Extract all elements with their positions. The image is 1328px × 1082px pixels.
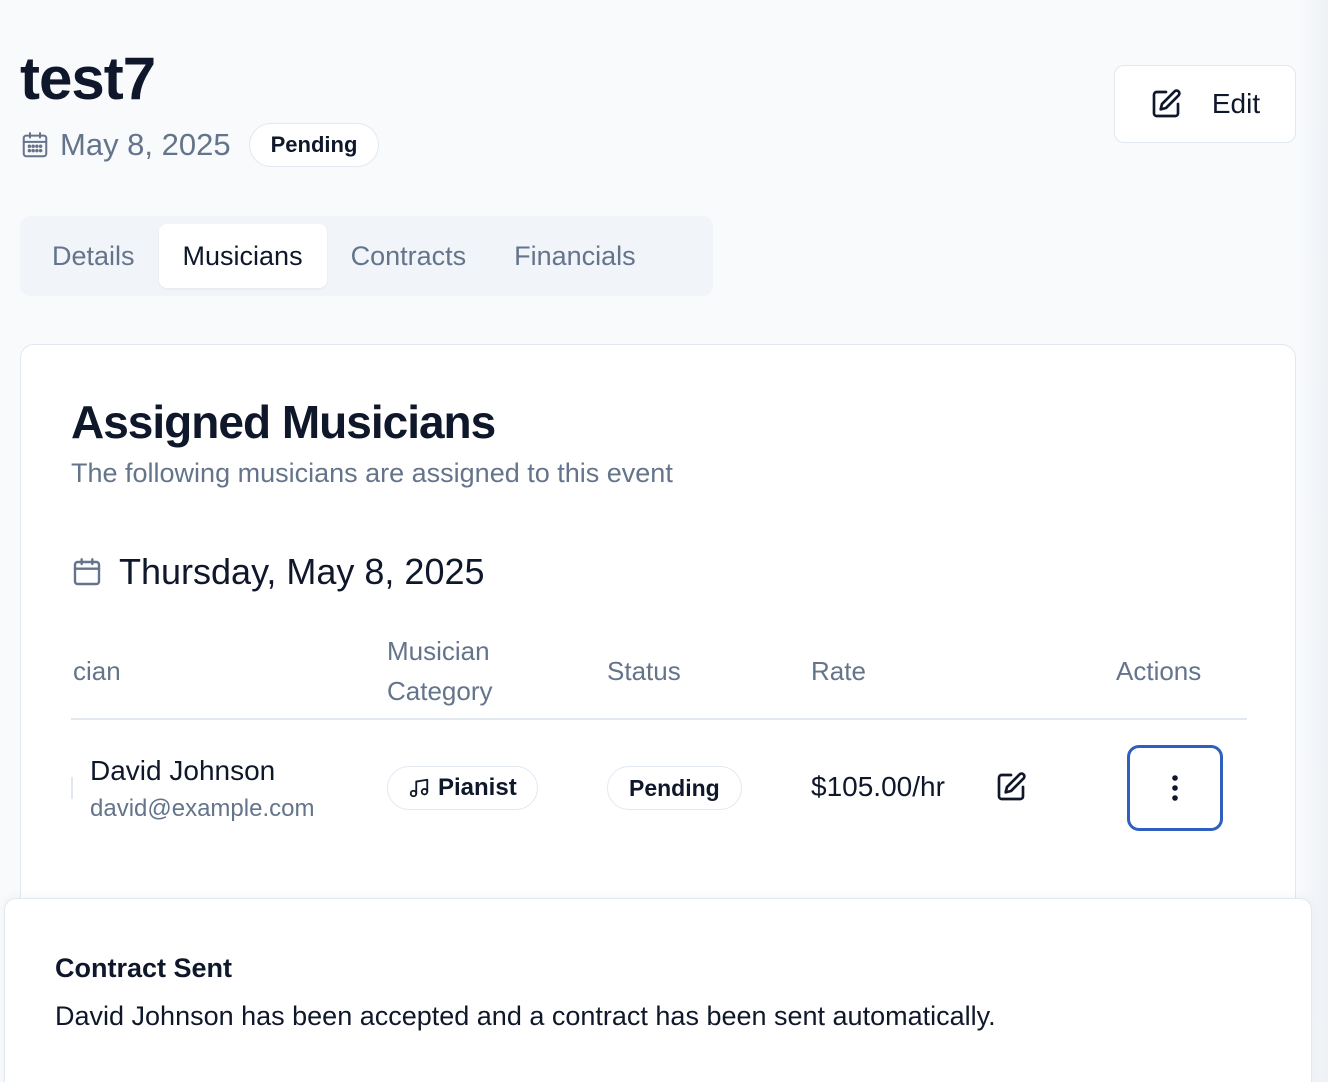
event-status-badge: Pending bbox=[248, 123, 380, 167]
tab-bar: Details Musicians Contracts Financials bbox=[20, 216, 713, 296]
toast-message: David Johnson has been accepted and a co… bbox=[55, 1001, 996, 1031]
pencil-square-icon bbox=[1152, 89, 1181, 118]
toast-notification: Contract Sent David Johnson has been acc… bbox=[4, 898, 1312, 1082]
musician-status-badge: Pending bbox=[607, 766, 742, 810]
tab-financials[interactable]: Financials bbox=[490, 224, 660, 288]
card-subtitle: The following musicians are assigned to … bbox=[71, 458, 673, 488]
column-header-category-line2: Category bbox=[387, 676, 493, 706]
more-vertical-icon bbox=[1172, 775, 1178, 801]
tab-details[interactable]: Details bbox=[28, 224, 159, 288]
column-header-category: Musician Category bbox=[387, 631, 493, 711]
assigned-musicians-card: Assigned Musicians The following musicia… bbox=[20, 344, 1296, 944]
edit-event-button[interactable]: Edit bbox=[1114, 65, 1296, 143]
edit-rate-icon[interactable] bbox=[995, 771, 1027, 803]
category-label: Pianist bbox=[438, 774, 517, 801]
event-meta: May 8, 2025 Pending bbox=[20, 123, 380, 167]
date-group-heading: Thursday, May 8, 2025 bbox=[71, 548, 485, 596]
column-header-musician: cian bbox=[73, 656, 121, 686]
tab-musicians[interactable]: Musicians bbox=[158, 224, 327, 288]
event-page: test7 May 8, 2025 Pending Edit Details M… bbox=[0, 0, 1328, 1082]
calendar-icon bbox=[73, 558, 101, 586]
musician-name: David Johnson bbox=[90, 755, 276, 786]
toast-title: Contract Sent bbox=[55, 953, 233, 983]
row-checkbox-edge bbox=[71, 777, 73, 799]
column-header-category-line1: Musician bbox=[387, 636, 490, 666]
table-divider bbox=[71, 718, 1247, 720]
category-badge: Pianist bbox=[387, 766, 538, 810]
musician-email: david@example.com bbox=[90, 795, 315, 822]
event-title: test7 bbox=[20, 45, 156, 112]
edit-button-label: Edit bbox=[1211, 88, 1261, 119]
calendar-icon bbox=[22, 132, 48, 158]
column-header-rate: Rate bbox=[811, 656, 866, 686]
music-note-icon bbox=[409, 778, 429, 798]
card-title: Assigned Musicians bbox=[71, 396, 496, 448]
date-group-label: Thursday, May 8, 2025 bbox=[119, 551, 485, 592]
column-header-actions: Actions bbox=[1116, 656, 1202, 686]
column-header-status: Status bbox=[607, 656, 681, 686]
musician-rate: $105.00/hr bbox=[811, 771, 945, 802]
event-date: May 8, 2025 bbox=[60, 127, 231, 162]
tab-contracts[interactable]: Contracts bbox=[327, 224, 491, 288]
row-actions-button[interactable] bbox=[1127, 745, 1223, 831]
